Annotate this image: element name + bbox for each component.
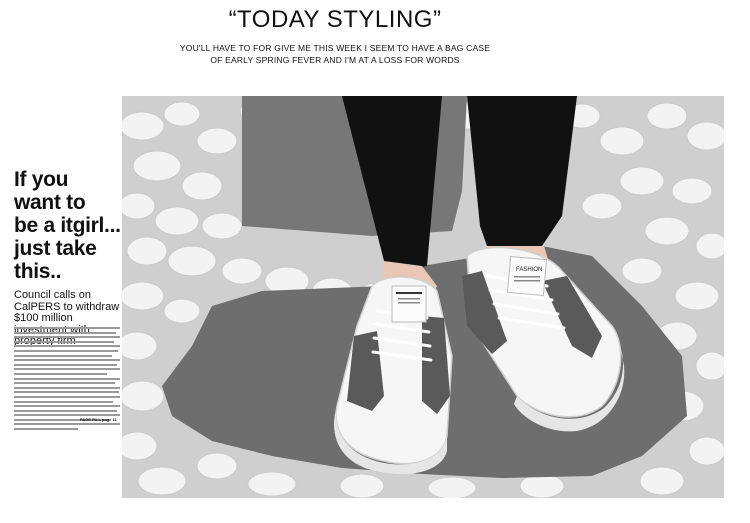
article-headline: If you want to be a itgirl... just take … — [14, 168, 124, 283]
headline-line: just take — [14, 237, 97, 260]
page-subtitle: YOU'LL HAVE TO FOR GIVE ME THIS WEEK I S… — [160, 42, 510, 66]
headline-line: be a itgirl... — [14, 214, 121, 237]
headline-line: If you — [14, 168, 69, 191]
photo-scene: FASHION — [122, 96, 724, 498]
article-footer: PAGE PA.L page 11 — [80, 417, 117, 422]
product-photo: FASHION — [122, 96, 724, 498]
subtitle-line: OF EARLY SPRING FEVER AND I'M AT A LOSS … — [210, 55, 460, 65]
headline-line: want to — [14, 191, 86, 214]
subtitle-line: YOU'LL HAVE TO FOR GIVE ME THIS WEEK I S… — [179, 43, 491, 53]
shoe-tag-text: FASHION — [516, 267, 542, 273]
headline-line: this.. — [14, 260, 62, 283]
page-title: “TODAY STYLING” — [228, 6, 442, 33]
